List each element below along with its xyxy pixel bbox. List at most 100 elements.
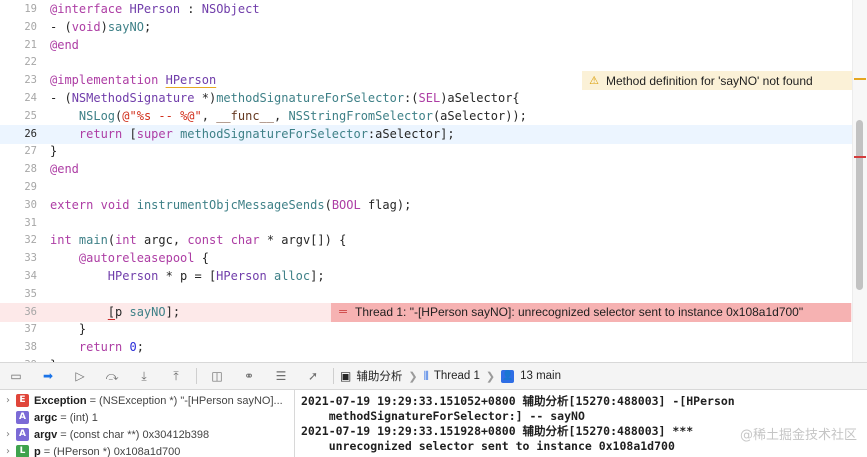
code-text[interactable]: @interface HPerson : NSObject bbox=[50, 0, 260, 19]
code-text[interactable]: } bbox=[50, 320, 86, 339]
line-number[interactable]: 20 bbox=[0, 18, 37, 37]
code-line[interactable]: 29 bbox=[0, 178, 852, 197]
code-line[interactable]: 27} bbox=[0, 142, 852, 161]
line-number[interactable]: 21 bbox=[0, 36, 37, 55]
console-line: 2021-07-19 19:29:33.151052+0800 辅助分析[152… bbox=[301, 394, 735, 408]
code-line[interactable]: 36 [p sayNO]; ═ Thread 1: "-[HPerson sayNO… bbox=[0, 302, 852, 322]
continue-icon: ▷ bbox=[75, 369, 85, 383]
breadcrumb-app[interactable]: 辅助分析 bbox=[356, 368, 402, 384]
code-line[interactable]: 20 - (void)sayNO; bbox=[0, 18, 852, 37]
code-line[interactable]: 37 } bbox=[0, 320, 852, 339]
hide-debug-area-icon: ▭ bbox=[10, 369, 22, 383]
disclosure-triangle-icon[interactable]: › bbox=[0, 395, 16, 406]
line-number[interactable]: 36 bbox=[0, 303, 37, 322]
scroll-thumb[interactable] bbox=[856, 120, 863, 290]
variable-row[interactable]: › Lp = (HPerson *) 0x108a1d700 bbox=[0, 443, 294, 457]
simulate-location-button[interactable]: ➚ bbox=[297, 363, 329, 389]
code-text[interactable]: [p sayNO]; bbox=[50, 303, 180, 322]
line-number[interactable]: 27 bbox=[0, 142, 37, 161]
watermark: @稀土掘金技术社区 bbox=[739, 428, 857, 443]
code-line[interactable]: 21 @end bbox=[0, 36, 852, 55]
error-banner[interactable]: ═ Thread 1: "-[HPerson sayNO]: unrecogniz… bbox=[331, 302, 851, 322]
line-number[interactable]: 25 bbox=[0, 107, 37, 126]
disclosure-triangle-icon[interactable]: › bbox=[0, 446, 16, 457]
code-line[interactable]: 32 int main(int argc, const char * argv[]… bbox=[0, 231, 852, 250]
step-over-button[interactable]: ⤼ bbox=[96, 363, 128, 389]
code-line[interactable]: 35 bbox=[0, 285, 852, 304]
line-number[interactable]: 30 bbox=[0, 196, 37, 215]
chevron-right-icon: ❯ bbox=[408, 370, 418, 383]
code-text[interactable]: NSLog(@"%s -- %@", __func__, NSStringFro… bbox=[50, 107, 527, 126]
code-text[interactable]: @end bbox=[50, 36, 79, 55]
code-text[interactable]: @autoreleasepool { bbox=[50, 249, 209, 268]
code-line[interactable]: 25 NSLog(@"%s -- %@", __func__, NSString… bbox=[0, 107, 852, 126]
code-line[interactable]: 26 return [super methodSignatureForSelec… bbox=[0, 124, 852, 144]
stack-frame-icon: 👤 bbox=[501, 369, 515, 383]
breakpoints-toggle-button[interactable]: ➡ bbox=[32, 363, 64, 389]
line-number[interactable]: 29 bbox=[0, 178, 37, 197]
code-line[interactable]: 19 @interface HPerson : NSObject bbox=[0, 0, 852, 19]
line-number[interactable]: 32 bbox=[0, 231, 37, 250]
environment-overrides-button[interactable]: ☰ bbox=[265, 363, 297, 389]
view-hierarchy-button[interactable]: ◫ bbox=[201, 363, 233, 389]
warning-marker[interactable] bbox=[854, 78, 866, 80]
code-text[interactable]: return [super methodSignatureForSelector… bbox=[50, 125, 455, 144]
step-out-button[interactable]: ⤒ bbox=[160, 363, 192, 389]
variable-row[interactable]: › E Exception = (NSException *) "-[HPerson … bbox=[0, 392, 294, 409]
line-number[interactable]: 37 bbox=[0, 320, 37, 339]
code-text[interactable]: - (NSMethodSignature *)methodSignatureFo… bbox=[50, 89, 520, 108]
line-number[interactable]: 26 bbox=[0, 125, 37, 144]
memory-graph-button[interactable]: ⚭ bbox=[233, 363, 265, 389]
breadcrumb-thread[interactable]: Thread 1 bbox=[434, 370, 480, 382]
line-number[interactable]: 38 bbox=[0, 338, 37, 357]
code-line[interactable]: 24 - (NSMethodSignature *)methodSignature… bbox=[0, 89, 852, 108]
variable-row[interactable]: Aargc = (int) 1 bbox=[0, 409, 294, 426]
code-line[interactable]: 28 @end bbox=[0, 160, 852, 179]
code-line[interactable]: 34 HPerson * p = [HPerson alloc]; bbox=[0, 267, 852, 286]
code-text[interactable]: return 0; bbox=[50, 338, 144, 357]
code-line[interactable]: 23 @implementation HPerson ⚠ Method definit… bbox=[0, 71, 852, 91]
code-text[interactable]: extern void instrumentObjcMessageSends(B… bbox=[50, 196, 411, 215]
line-number[interactable]: 19 bbox=[0, 0, 37, 19]
code-text[interactable]: } bbox=[50, 142, 57, 161]
environment-overrides-icon: ☰ bbox=[275, 369, 287, 383]
disclosure-triangle-icon[interactable]: › bbox=[0, 429, 16, 440]
line-number[interactable]: 22 bbox=[0, 53, 37, 72]
line-number[interactable]: 34 bbox=[0, 267, 37, 286]
line-number[interactable]: 35 bbox=[0, 285, 37, 304]
source-editor[interactable]: 19 @interface HPerson : NSObject 20 - (void… bbox=[0, 0, 867, 362]
variable-row[interactable]: › Aargv = (const char **) 0x30412b398 bbox=[0, 426, 294, 443]
breakpoints-toggle-icon: ➡ bbox=[42, 369, 54, 383]
line-number[interactable]: 31 bbox=[0, 214, 37, 233]
warning-text: Method definition for 'sayNO' not found bbox=[606, 73, 813, 88]
code-line[interactable]: 22 bbox=[0, 53, 852, 72]
step-over-icon: ⤼ bbox=[105, 368, 119, 383]
code-line[interactable]: 33 @autoreleasepool { bbox=[0, 249, 852, 268]
toolbar-divider bbox=[333, 368, 334, 384]
code-text[interactable]: @end bbox=[50, 160, 79, 179]
code-text[interactable]: - (void)sayNO; bbox=[50, 18, 151, 37]
warning-banner[interactable]: ⚠ Method definition for 'sayNO' not found bbox=[582, 71, 852, 91]
line-number[interactable]: 33 bbox=[0, 249, 37, 268]
breadcrumb-frame[interactable]: 13 main bbox=[520, 370, 561, 382]
code-text[interactable]: int main(int argc, const char * argv[]) … bbox=[50, 231, 346, 250]
toolbar-divider bbox=[196, 368, 197, 384]
console-line: unrecognized selector sent to instance 0… bbox=[301, 439, 675, 453]
step-into-icon: ⤓ bbox=[141, 368, 147, 383]
code-line[interactable]: 30 extern void instrumentObjcMessageSends… bbox=[0, 196, 852, 215]
code-line[interactable]: 31 bbox=[0, 214, 852, 233]
continue-button[interactable]: ▷ bbox=[64, 363, 96, 389]
code-line[interactable]: 38 return 0; bbox=[0, 338, 852, 357]
line-number[interactable]: 24 bbox=[0, 89, 37, 108]
debug-toolbar: ▭ ➡ ▷ ⤼ ⤓ ⤒ ◫ ⚭ ☰ ➚ ▣ 辅助分析 ❯ ⦀ Thread 1 ❯ 👤 13 ma… bbox=[0, 362, 867, 390]
variable-name: argv bbox=[34, 428, 58, 441]
code-text[interactable]: HPerson * p = [HPerson alloc]; bbox=[50, 267, 325, 286]
line-number[interactable]: 23 bbox=[0, 71, 37, 90]
step-into-button[interactable]: ⤓ bbox=[128, 363, 160, 389]
code-text[interactable]: @implementation HPerson bbox=[50, 71, 216, 90]
line-number[interactable]: 28 bbox=[0, 160, 37, 179]
error-marker[interactable] bbox=[854, 156, 866, 158]
console-output[interactable]: 2021-07-19 19:29:33.151052+0800 辅助分析[152… bbox=[295, 390, 867, 457]
editor-scrollbar[interactable] bbox=[852, 0, 867, 362]
hide-debug-area-button[interactable]: ▭ bbox=[0, 363, 32, 389]
